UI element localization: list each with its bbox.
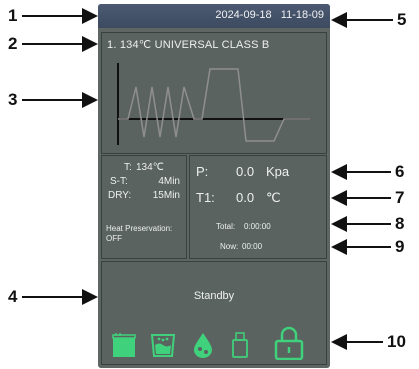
dry-time-value: 15Min — [152, 190, 180, 201]
temperature-value: 0.0 — [236, 190, 255, 205]
chamber-icon[interactable] — [112, 332, 136, 358]
dry-time-label: DRY: — [108, 190, 132, 201]
now-time-label: Now: — [220, 242, 239, 251]
status-bar: 2024-09-18 11-18-09 — [98, 4, 330, 28]
total-time-label: Total: — [216, 222, 236, 231]
parameter-panel: T: 134℃ S-T: 4Min DRY: 15Min Heat Preser… — [101, 155, 187, 259]
pressure-label: P: — [196, 164, 209, 179]
datetime-display: 2024-09-18 11-18-09 — [215, 9, 324, 21]
temperature-label: T1: — [196, 190, 215, 205]
temp-value: 134℃ — [136, 162, 164, 173]
pressure-value: 0.0 — [236, 164, 255, 179]
usb-icon[interactable] — [232, 332, 248, 358]
pressure-unit: Kpa — [266, 164, 290, 179]
device-screen: 2024-09-18 11-18-09 1. 134℃ UNIVERSAL CL… — [98, 4, 330, 368]
sterilization-curve — [117, 63, 310, 145]
now-time-value: 00:00 — [242, 242, 263, 251]
time-text: 11-18-09 — [280, 9, 324, 21]
total-time-value: 0:00:00 — [244, 222, 271, 231]
water-tank-icon[interactable] — [150, 332, 176, 358]
heat-preservation-value: OFF — [106, 234, 122, 243]
drain-icon[interactable] — [192, 332, 214, 358]
date-text: 2024-09-18 — [215, 9, 272, 21]
status-panel: Standby — [101, 261, 327, 365]
status-text: Standby — [193, 290, 235, 302]
lock-icon[interactable] — [274, 326, 304, 360]
sterilize-time-label: S-T: — [110, 176, 128, 187]
sterilize-time-value: 4Min — [158, 176, 180, 187]
reading-panel: P: 0.0 Kpa T1: 0.0 ℃ Total: 0:00:00 Now:… — [189, 155, 327, 259]
heat-preservation-label: Heat Preservation: — [106, 224, 173, 233]
program-curve-panel[interactable]: 1. 134℃ UNIVERSAL CLASS B — [101, 32, 327, 154]
temperature-unit: ℃ — [266, 190, 281, 205]
temp-label: T: — [124, 162, 132, 173]
